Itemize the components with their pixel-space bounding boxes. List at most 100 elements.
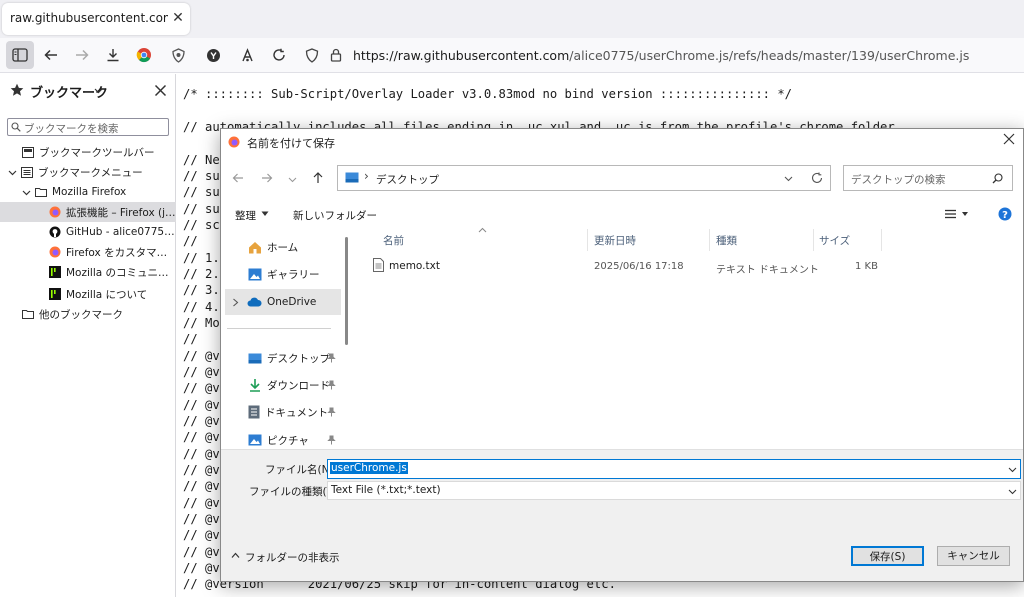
column-separator[interactable] [813, 229, 814, 251]
search-icon [992, 173, 1003, 184]
breadcrumb-separator-icon: › [364, 169, 369, 183]
refresh-icon[interactable] [811, 172, 823, 184]
download-arrow-icon [248, 378, 262, 392]
url-host: https://raw.githubusercontent.com [353, 48, 570, 63]
sidebar-item-github[interactable]: GitHub - alice0775/us... [0, 222, 176, 242]
chrome-extension-icon[interactable] [130, 41, 158, 69]
help-icon[interactable]: ? [998, 207, 1012, 221]
mozilla-icon [49, 266, 61, 278]
code-line: // @v [183, 398, 220, 412]
pin-icon[interactable] [327, 353, 336, 363]
filetype-select[interactable]: Text File (*.txt;*.text) [327, 481, 1021, 500]
back-arrow-icon[interactable] [232, 172, 244, 184]
firefox-icon [49, 246, 61, 258]
code-line: // 2. [183, 267, 220, 281]
sidebar-item-label: 他のブックマーク [39, 308, 123, 321]
up-arrow-icon[interactable] [312, 171, 324, 184]
address-chevron-down-icon[interactable] [784, 174, 793, 183]
sidebar-close-icon[interactable] [154, 84, 167, 97]
nav-item-label: ドキュメント [265, 406, 328, 419]
hide-folders-toggle[interactable]: フォルダーの非表示 [245, 550, 340, 565]
code-line: // su [183, 185, 220, 199]
desktop-icon [248, 353, 262, 364]
bookmarks-sidebar: ブックマーク ブックマークを検索 ブックマークツールバー ブックマークメニュー … [0, 74, 176, 597]
tab-raw-githubusercontent[interactable]: raw.githubusercontent.com/alice077 ✕ [2, 3, 190, 35]
column-header-modified[interactable]: 更新日時 [594, 233, 636, 248]
forward-arrow-icon[interactable] [261, 172, 273, 184]
column-header-type[interactable]: 種類 [716, 233, 737, 248]
chevron-down-icon[interactable] [22, 188, 31, 197]
save-button[interactable]: 保存(S) [851, 546, 924, 566]
chevron-down-icon[interactable] [94, 86, 103, 95]
nav-item-downloads[interactable]: ダウンロード [225, 372, 341, 398]
pin-icon[interactable] [327, 435, 336, 445]
nav-item-gallery[interactable]: ギャラリー [225, 261, 341, 287]
code-line: // Ne [183, 153, 220, 167]
column-separator[interactable] [587, 229, 588, 251]
code-line: // @v [183, 545, 220, 559]
sidebar-item-mozilla-community[interactable]: Mozilla のコミュニティ [0, 262, 176, 282]
extension-user-icon[interactable] [233, 41, 261, 69]
bookmark-search-input[interactable]: ブックマークを検索 [7, 118, 169, 136]
downloads-icon[interactable] [99, 41, 127, 69]
forward-arrow-icon[interactable] [68, 41, 96, 69]
sidebar-item-extensions[interactable]: 拡張機能 – Firefox (ja)... [0, 202, 176, 222]
firefox-icon [228, 136, 240, 148]
sidebar-item-about-mozilla[interactable]: Mozilla について [0, 284, 176, 304]
column-separator[interactable] [709, 229, 710, 251]
cloud-icon [247, 297, 262, 307]
filename-chevron-down-icon[interactable] [1008, 465, 1017, 474]
filetype-chevron-down-icon[interactable] [1008, 487, 1017, 496]
code-line: // @v [183, 463, 220, 477]
nav-item-label: ピクチャ [267, 434, 309, 447]
extension-shield-icon[interactable] [164, 41, 192, 69]
pin-icon[interactable] [327, 380, 336, 390]
lock-icon[interactable] [322, 41, 350, 69]
bookmark-search-placeholder: ブックマークを検索 [24, 123, 119, 135]
new-folder-button[interactable]: 新しいフォルダー [293, 208, 377, 223]
organize-button[interactable]: 整理 [235, 208, 256, 223]
nav-item-onedrive[interactable]: OneDrive [225, 289, 341, 315]
recent-chevron-down-icon[interactable] [288, 175, 297, 184]
url-bar[interactable]: https://raw.githubusercontent.com/alice0… [353, 48, 969, 63]
nav-item-label: デスクトップ [267, 352, 330, 365]
extension-y-icon[interactable] [199, 41, 227, 69]
back-arrow-icon[interactable] [37, 41, 65, 69]
sidebar-item-bookmarks-menu[interactable]: ブックマークメニュー [0, 162, 176, 182]
nav-item-home[interactable]: ホーム [225, 234, 341, 260]
breadcrumb-desktop[interactable]: デスクトップ [376, 172, 439, 187]
save-as-dialog: 名前を付けて保存 › デスクトップ デスクトップの検索 整理 新しいフォルダー … [220, 128, 1024, 582]
sidebar-item-bookmarks-toolbar[interactable]: ブックマークツールバー [0, 142, 176, 162]
nav-pane-scrollbar[interactable] [345, 237, 348, 345]
view-options-icon[interactable] [945, 209, 969, 219]
sidebar-item-mozilla-firefox[interactable]: Mozilla Firefox [0, 182, 176, 202]
code-line: // Mo [183, 316, 220, 330]
sidebar-item-other-bookmarks[interactable]: 他のブックマーク [0, 304, 176, 324]
dialog-close-icon[interactable] [1003, 133, 1015, 145]
code-line: // @v [183, 381, 220, 395]
address-bar[interactable]: › デスクトップ [337, 165, 831, 191]
column-header-name[interactable]: 名前 [383, 233, 404, 248]
chevron-right-icon[interactable] [232, 298, 239, 307]
filename-input[interactable]: userChrome.js [327, 459, 1021, 479]
tab-close-icon[interactable]: ✕ [170, 10, 186, 26]
column-separator[interactable] [881, 229, 882, 251]
pin-icon[interactable] [327, 407, 336, 417]
code-line: // 1. [183, 251, 220, 265]
reload-icon[interactable] [265, 41, 293, 69]
hide-folders-chevron-up-icon[interactable] [231, 552, 240, 559]
chevron-down-icon[interactable] [8, 168, 17, 177]
column-header-size[interactable]: サイズ [819, 233, 850, 248]
filetype-value: Text File (*.txt;*.text) [331, 484, 441, 496]
desktop-search-input[interactable]: デスクトップの検索 [843, 165, 1013, 191]
dialog-title: 名前を付けて保存 [247, 137, 335, 150]
nav-item-documents[interactable]: ドキュメント [225, 399, 341, 425]
cancel-button[interactable]: キャンセル [937, 546, 1010, 566]
sort-up-chevron-icon [478, 227, 487, 233]
sidebar-item-customize-firefox[interactable]: Firefox をカスタマイズし... [0, 242, 176, 262]
star-icon [10, 83, 24, 97]
nav-item-desktop[interactable]: デスクトップ [225, 345, 341, 371]
code-line: // @v [183, 349, 220, 363]
organize-chevron-down-icon [261, 211, 269, 217]
sidebar-toggle-icon[interactable] [6, 41, 34, 69]
